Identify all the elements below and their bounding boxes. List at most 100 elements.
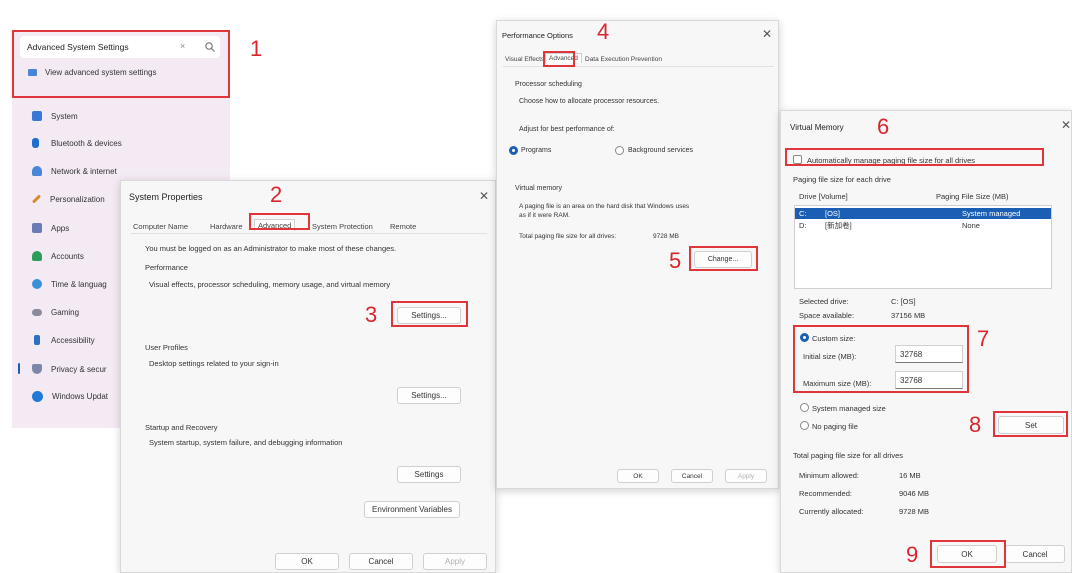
step-number-4: 4: [597, 19, 610, 44]
sidebar-item-label: Accessibility: [51, 335, 95, 345]
tab-data-execution-prevention[interactable]: Data Execution Prevention: [585, 56, 662, 63]
dialog-title: Virtual Memory: [790, 123, 844, 132]
selected-drive-label: Selected drive:: [799, 297, 849, 306]
admin-note: You must be logged on as an Administrato…: [145, 244, 397, 253]
controller-icon: [32, 308, 42, 316]
sidebar-item-personalization[interactable]: Personalization: [31, 191, 105, 207]
wifi-icon: [32, 166, 42, 176]
globe-icon: [32, 279, 42, 289]
no-paging-radio[interactable]: [800, 421, 809, 430]
programs-radio[interactable]: [509, 146, 518, 155]
sidebar-item-time-language[interactable]: Time & languag: [32, 276, 107, 292]
brush-icon: [31, 194, 42, 204]
sidebar-item-label: Accounts: [51, 251, 84, 261]
drive-volume: [OS]: [825, 209, 841, 218]
sidebar-item-network[interactable]: Network & internet: [32, 163, 117, 179]
total-paging-label: Total paging file size for all drives:: [519, 233, 617, 240]
recommended-value: 9046 MB: [899, 489, 930, 498]
person-icon: [32, 251, 42, 261]
step-number-6: 6: [877, 114, 890, 139]
monitor-icon: [32, 111, 42, 121]
drive-row-c[interactable]: C: [OS] System managed: [795, 208, 1051, 219]
tab-system-protection[interactable]: System Protection: [312, 222, 373, 231]
drive-letter: D:: [799, 221, 807, 230]
highlight-advanced-tab: [249, 213, 310, 230]
drive-list[interactable]: C: [OS] System managed D: [新加卷] None: [794, 205, 1052, 289]
sidebar-item-accounts[interactable]: Accounts: [32, 248, 84, 264]
total-paging-value: 9728 MB: [653, 233, 680, 240]
highlight-auto-manage: [785, 148, 1044, 166]
close-icon[interactable]: ✕: [1061, 119, 1071, 131]
step-number-5: 5: [669, 248, 682, 273]
sidebar-item-label: Windows Updat: [52, 391, 109, 401]
virtual-memory-heading: Virtual memory: [515, 185, 562, 192]
recommended-label: Recommended:: [799, 489, 852, 498]
per-drive-label: Paging file size for each drive: [793, 175, 891, 184]
virtual-memory-desc-1: A paging file is an area on the hard dis…: [519, 203, 690, 210]
space-available-label: Space available:: [799, 311, 855, 320]
startup-heading: Startup and Recovery: [145, 423, 218, 432]
currently-allocated-value: 9728 MB: [899, 507, 930, 516]
sidebar-item-label: Time & languag: [51, 279, 107, 289]
close-icon[interactable]: ✕: [479, 190, 489, 202]
cancel-button[interactable]: Cancel: [1005, 545, 1065, 563]
tab-computer-name[interactable]: Computer Name: [133, 222, 188, 231]
sidebar-item-gaming[interactable]: Gaming: [32, 304, 79, 320]
sidebar-item-label: Bluetooth & devices: [51, 138, 122, 148]
sidebar-item-apps[interactable]: Apps: [32, 220, 69, 236]
tab-remote[interactable]: Remote: [390, 222, 416, 231]
startup-settings-button[interactable]: Settings: [397, 466, 461, 483]
performance-desc: Visual effects, processor scheduling, me…: [149, 280, 391, 289]
sidebar-item-label: Gaming: [51, 307, 80, 317]
dialog-title: System Properties: [129, 192, 203, 202]
user-profiles-settings-button[interactable]: Settings...: [397, 387, 461, 404]
step-number-9: 9: [906, 542, 919, 567]
minimum-allowed-label: Minimum allowed:: [799, 471, 860, 480]
background-services-radio[interactable]: [615, 146, 624, 155]
apply-button[interactable]: Apply: [423, 553, 487, 570]
sidebar-item-label: Privacy & secur: [51, 364, 107, 374]
shield-icon: [32, 364, 42, 374]
dialog-title: Performance Options: [502, 31, 573, 40]
step-number-1: 1: [250, 36, 263, 61]
close-icon[interactable]: ✕: [762, 28, 772, 40]
update-icon: [32, 390, 43, 402]
sidebar-item-bluetooth[interactable]: Bluetooth & devices: [32, 135, 122, 151]
step-number-7: 7: [977, 326, 990, 351]
cancel-button[interactable]: Cancel: [349, 553, 413, 570]
selection-indicator: [18, 363, 20, 374]
system-managed-radio[interactable]: [800, 403, 809, 412]
processor-scheduling-heading: Processor scheduling: [515, 81, 582, 88]
adjust-label: Adjust for best performance of:: [519, 126, 615, 133]
tab-visual-effects[interactable]: Visual Effects: [505, 56, 544, 63]
sidebar-item-accessibility[interactable]: Accessibility: [32, 332, 95, 348]
step-number-2: 2: [270, 182, 283, 207]
tab-hardware[interactable]: Hardware: [210, 222, 243, 231]
sidebar-item-privacy[interactable]: Privacy & secur: [32, 361, 107, 377]
ok-button[interactable]: OK: [275, 553, 339, 570]
highlight-custom-size: [793, 325, 969, 393]
environment-variables-button[interactable]: Environment Variables: [364, 501, 460, 518]
drive-letter: C:: [799, 209, 807, 218]
cancel-button[interactable]: Cancel: [671, 469, 713, 483]
drive-row-d[interactable]: D: [新加卷] None: [795, 220, 1051, 231]
sidebar-item-label: System: [51, 111, 78, 121]
highlight-performance-settings: [391, 301, 468, 327]
space-available-value: 37156 MB: [891, 311, 926, 320]
no-paging-label: No paging file: [812, 422, 858, 431]
step-number-3: 3: [365, 302, 378, 327]
sidebar-item-windows-update[interactable]: Windows Updat: [32, 388, 108, 404]
sidebar-item-system[interactable]: System: [32, 108, 78, 124]
drive-size: System managed: [962, 209, 1021, 218]
sidebar-item-label: Network & internet: [51, 166, 117, 176]
highlight-change-button: [689, 246, 758, 271]
apply-button[interactable]: Apply: [725, 469, 767, 483]
processor-scheduling-desc: Choose how to allocate processor resourc…: [519, 98, 660, 105]
highlight-performance-advanced-tab: [543, 51, 575, 67]
highlight-set-button: [993, 411, 1068, 437]
highlight-ok-button: [930, 540, 1006, 568]
bluetooth-icon: [32, 138, 39, 148]
programs-label: Programs: [521, 147, 552, 154]
system-properties-dialog: System Properties ✕ Computer Name Hardwa…: [120, 180, 496, 573]
ok-button[interactable]: OK: [617, 469, 659, 483]
